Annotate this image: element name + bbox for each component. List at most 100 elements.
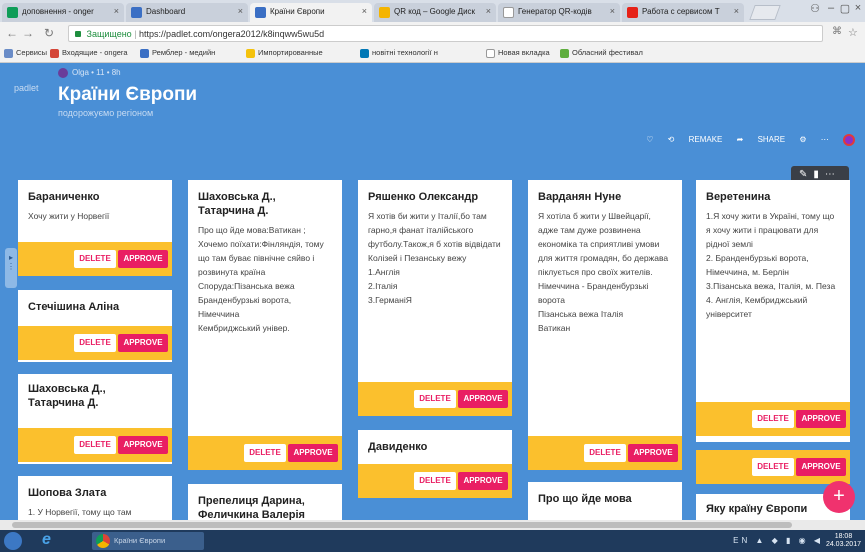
delete-button[interactable]: DELETE	[74, 436, 116, 454]
padlet-logo[interactable]: padlet	[14, 83, 39, 93]
post-body: 1.Я хочу жити в Україні, тому що я хочу …	[706, 211, 836, 319]
post-card[interactable]: Шопова Злата 1. У Норвегії, тому що там	[18, 476, 172, 520]
heart-icon[interactable]: ♡	[646, 135, 653, 144]
padlet-header: padlet ♡ ⟲ REMAKE ➦ SHARE ⚙ ⋯	[0, 63, 865, 178]
new-tab-button[interactable]	[749, 5, 781, 20]
clock[interactable]: 18:08 24.03.2017	[826, 533, 861, 549]
bookmark-item[interactable]: Обласний фестивал	[560, 48, 643, 58]
delete-button[interactable]: DELETE	[752, 458, 794, 476]
delete-button[interactable]: DELETE	[752, 410, 794, 428]
internet-explorer-icon[interactable]: e	[42, 531, 51, 549]
post-card[interactable]: Веретенина 1.Я хочу жити в Україні, тому…	[696, 180, 850, 442]
horizontal-scrollbar[interactable]	[0, 520, 865, 530]
post-card[interactable]: Препелиця Дарина, Феличкина Валерія	[188, 484, 342, 520]
delete-button[interactable]: DELETE	[584, 444, 626, 462]
post-card[interactable]: Шаховська Д., Татарчина Д. Про що йде мо…	[188, 180, 342, 470]
moderation-bar: DELETE APPROVE	[18, 242, 172, 276]
delete-button[interactable]: DELETE	[74, 334, 116, 352]
approve-button[interactable]: APPROVE	[118, 250, 168, 268]
post-card[interactable]: Давиденко DELETE APPROVE	[358, 430, 512, 498]
bookmark-item[interactable]: Импортированные	[246, 48, 323, 58]
maximize-icon[interactable]: ▢	[838, 2, 852, 15]
close-window-icon[interactable]: ×	[851, 2, 865, 14]
post-card[interactable]: Шаховська Д., Татарчина Д. DELETE APPROV…	[18, 374, 172, 464]
reload-icon[interactable]: ↻	[44, 26, 54, 40]
bookmarks-bar: Сервисы Входящие - ongera Ремблер - меди…	[0, 45, 865, 63]
more-icon[interactable]: ⋯	[821, 135, 829, 144]
bookmark-item[interactable]: новітні технології н	[360, 48, 438, 58]
remake-button[interactable]: ⟲ REMAKE	[668, 135, 723, 144]
share-button[interactable]: ➦ SHARE	[737, 135, 786, 144]
close-icon[interactable]: ×	[610, 6, 615, 16]
gear-icon[interactable]: ⚙	[799, 135, 806, 144]
clock-date: 24.03.2017	[825, 541, 861, 548]
bookmark-label: Сервисы	[16, 48, 48, 57]
url-text: https://padlet.com/ongera2012/k8inqww5wu…	[139, 29, 325, 39]
delete-button[interactable]: DELETE	[244, 444, 286, 462]
post-title: Бараниченко	[28, 191, 100, 203]
back-icon[interactable]: ←	[6, 26, 18, 40]
bookmark-item[interactable]: Сервисы	[4, 48, 48, 58]
post-card[interactable]: Бараниченко Хочу жити у Норвегії DELETE …	[18, 180, 172, 276]
browser-tab[interactable]: Dashboard ×	[126, 3, 248, 22]
post-card[interactable]: Стечішина Аліна DELETE APPROVE	[18, 290, 172, 362]
url-input[interactable]: Защищено | https://padlet.com/ongera2012…	[68, 25, 823, 42]
system-tray[interactable]: EN ▲ ◆ ▮ ◉ ◀	[733, 536, 823, 545]
avatar[interactable]	[843, 134, 855, 146]
forward-icon[interactable]: →	[22, 26, 34, 40]
bookmark-item[interactable]: Новая вкладка	[486, 48, 550, 58]
browser-tab-active[interactable]: Країни Європи ×	[250, 3, 372, 22]
tab-label: QR код – Google Диск	[394, 7, 476, 16]
padlet-actions: ♡ ⟲ REMAKE ➦ SHARE ⚙ ⋯	[634, 134, 855, 146]
approve-button[interactable]: APPROVE	[796, 458, 846, 476]
side-panel-handle[interactable]: ▸ ⋮	[5, 248, 17, 288]
browser-tab[interactable]: Генератор QR-кодів ×	[498, 3, 620, 22]
youtube-icon	[627, 7, 638, 18]
tab-label: доповнення - onger	[22, 7, 94, 16]
approve-button[interactable]: APPROVE	[796, 410, 846, 428]
author: Olga	[72, 68, 89, 78]
moderation-bar: DELETE APPROVE	[358, 382, 512, 416]
browser-tab[interactable]: Работа с сервисом Т ×	[622, 3, 744, 22]
post-card[interactable]: DELETE APPROVE	[696, 450, 850, 484]
approve-button[interactable]: APPROVE	[458, 390, 508, 408]
post-title: Веретенина	[706, 191, 771, 203]
close-icon[interactable]: ×	[362, 6, 367, 16]
delete-button[interactable]: DELETE	[414, 472, 456, 490]
user-icon[interactable]: ⚇	[808, 2, 822, 15]
approve-button[interactable]: APPROVE	[628, 444, 678, 462]
rambler-icon	[140, 49, 149, 58]
browser-tab[interactable]: доповнення - onger ×	[2, 3, 124, 22]
close-icon[interactable]: ×	[238, 6, 243, 16]
post-card[interactable]: Варданян Нуне Я хотіла б жити у Швейцарі…	[528, 180, 682, 470]
bookmark-label: Ремблер - медийн	[152, 48, 216, 57]
post-body: Хочу жити у Норвегії	[28, 211, 110, 221]
bookmark-item[interactable]: Ремблер - медийн	[140, 48, 216, 58]
approve-button[interactable]: APPROVE	[458, 472, 508, 490]
delete-button[interactable]: DELETE	[74, 250, 116, 268]
close-icon[interactable]: ×	[486, 6, 491, 16]
post-card[interactable]: Ряшенко Олександр Я хотів би жити у Італ…	[358, 180, 512, 416]
approve-button[interactable]: APPROVE	[118, 334, 168, 352]
minimize-icon[interactable]: –	[824, 2, 838, 14]
start-button[interactable]	[4, 532, 22, 550]
scrollbar-thumb[interactable]	[12, 522, 792, 528]
share-label: SHARE	[757, 135, 786, 145]
add-post-button[interactable]: +	[823, 481, 855, 513]
bookmark-label: Импортированные	[258, 48, 323, 57]
translate-icon[interactable]: ⌘	[832, 26, 842, 37]
approve-button[interactable]: APPROVE	[288, 444, 338, 462]
approve-button[interactable]: APPROVE	[118, 436, 168, 454]
taskbar-chrome-window[interactable]: Країни Європи	[92, 532, 204, 550]
browser-tab[interactable]: QR код – Google Диск ×	[374, 3, 496, 22]
close-icon[interactable]: ×	[734, 6, 739, 16]
close-icon[interactable]: ×	[114, 6, 119, 16]
folder-icon	[246, 49, 255, 58]
avatar	[58, 68, 68, 78]
star-icon[interactable]: ☆	[848, 26, 858, 39]
bookmark-item[interactable]: Входящие - ongera	[50, 48, 128, 58]
post-title: Препелиця Дарина, Феличкина Валерія	[198, 495, 305, 520]
chrome-icon	[96, 534, 110, 548]
post-card[interactable]: Про що йде мова	[528, 482, 682, 520]
delete-button[interactable]: DELETE	[414, 390, 456, 408]
